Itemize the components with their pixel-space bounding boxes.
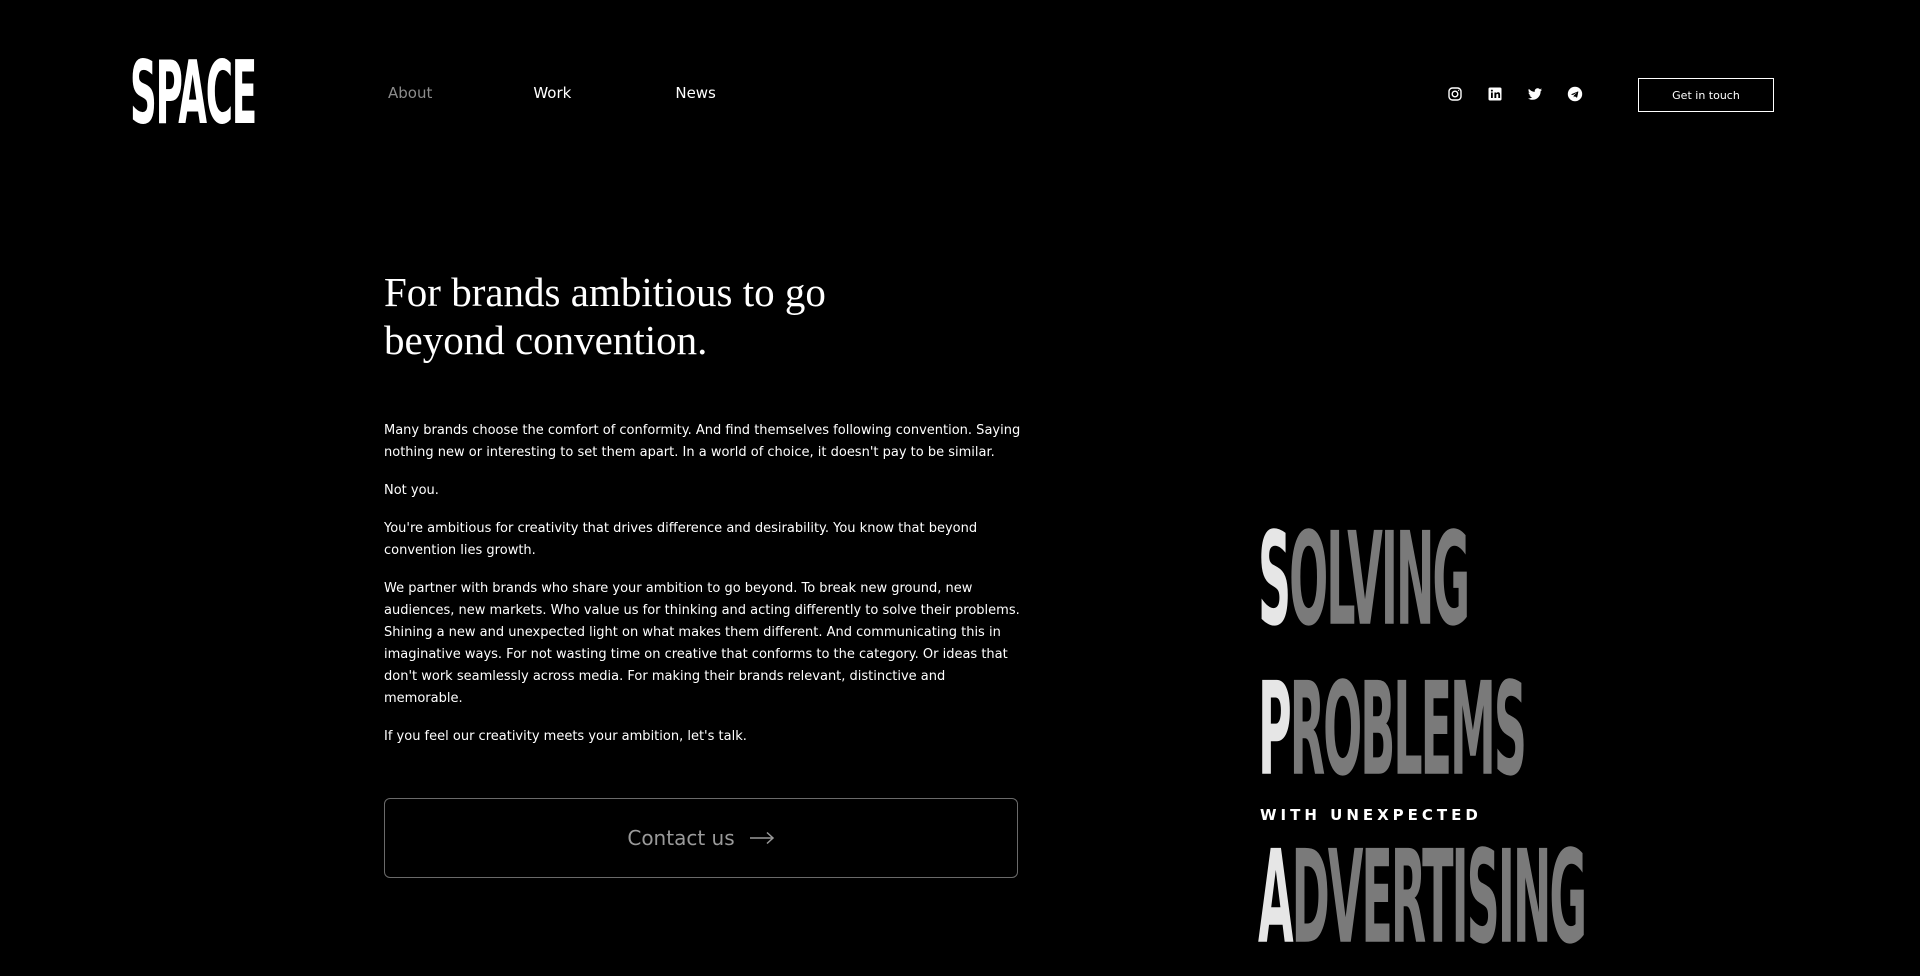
linkedin-icon[interactable] [1487, 86, 1503, 102]
contact-us-label: Contact us [627, 826, 735, 850]
tagline-graphic: SOLVING PROBLEMS WITH UNEXPECTED ADVERTI… [1258, 510, 1678, 976]
tagline-initial: P [1258, 654, 1292, 805]
get-in-touch-button[interactable]: Get in touch [1638, 78, 1774, 112]
social-links [1447, 86, 1583, 102]
tagline-initial: A [1258, 822, 1294, 973]
tagline-word: ROBLEMS [1289, 654, 1527, 805]
arrow-right-icon [749, 831, 774, 845]
intro-paragraph: If you feel our creativity meets your am… [384, 729, 747, 744]
tagline-initial: S [1258, 510, 1291, 655]
tagline-word: DVERTISING [1291, 822, 1588, 973]
intro-paragraph: Not you. [384, 483, 439, 498]
tagline-line-advertising: ADVERTISING [1258, 833, 1587, 963]
intro-paragraph: Many brands choose the comfort of confor… [384, 423, 1021, 460]
intro-copy: Many brands choose the comfort of confor… [384, 420, 1024, 764]
intro-paragraph: We partner with brands who share your am… [384, 581, 1020, 706]
twitter-icon[interactable] [1527, 86, 1543, 102]
tagline-line-problems: PROBLEMS [1258, 665, 1527, 795]
main-nav: About Work News [388, 84, 716, 102]
telegram-icon[interactable] [1567, 86, 1583, 102]
nav-news[interactable]: News [675, 84, 716, 102]
tagline-line-solving: SOLVING [1258, 515, 1470, 645]
tagline-small-text: WITH UNEXPECTED [1260, 806, 1482, 824]
nav-about[interactable]: About [388, 84, 432, 102]
intro-paragraph: You're ambitious for creativity that dri… [384, 521, 978, 558]
nav-work[interactable]: Work [533, 84, 571, 102]
tagline-word: OLVING [1289, 510, 1470, 655]
logo[interactable]: SPACE [130, 30, 257, 158]
page-headline: For brands ambitious to go beyond conven… [384, 269, 826, 363]
instagram-icon[interactable] [1447, 86, 1463, 102]
contact-us-button[interactable]: Contact us [384, 798, 1018, 878]
